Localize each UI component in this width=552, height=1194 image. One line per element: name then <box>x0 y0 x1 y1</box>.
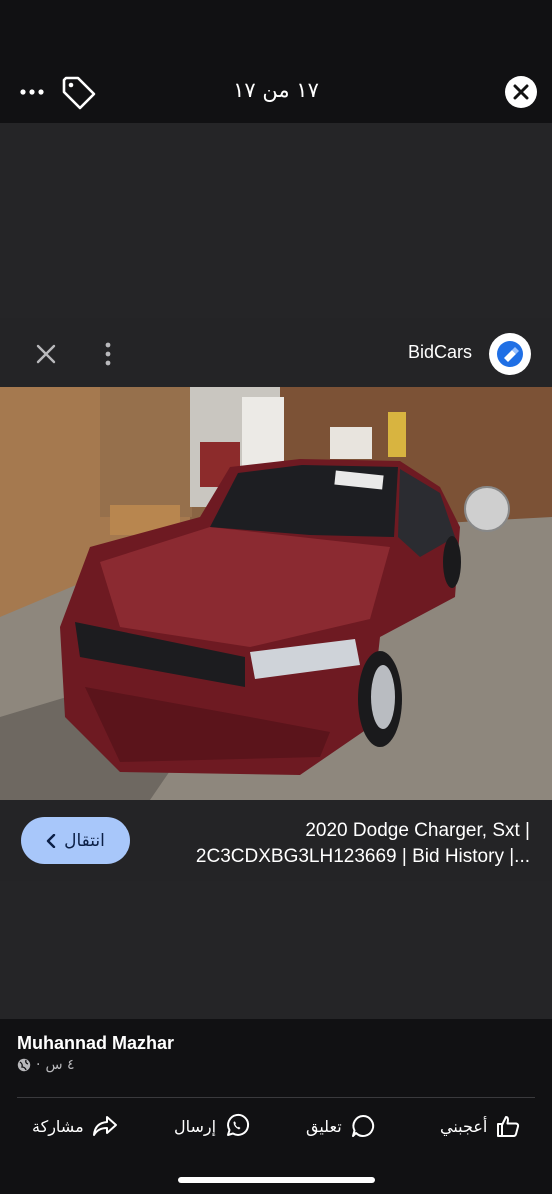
comment-label: تعليق <box>306 1116 342 1136</box>
sponsored-ad-card: BidCars انتقال 2020 Dodge Charger, Sxt |… <box>0 318 552 881</box>
empty-area-top <box>0 123 552 318</box>
ad-title-line-2: 2C3CDXBG3LH123669 | Bid History |... <box>195 846 530 867</box>
ad-footer: انتقال 2020 Dodge Charger, Sxt | 2C3CDXB… <box>0 800 552 881</box>
vertical-dots-icon[interactable] <box>96 340 120 368</box>
comment-button[interactable]: تعليق <box>306 1111 376 1141</box>
divider <box>17 1097 535 1098</box>
post-info-panel: Muhannad Mazhar · ٤ س مشاركة إرسال تعليق… <box>0 1019 552 1194</box>
close-icon[interactable] <box>32 340 60 368</box>
home-indicator[interactable] <box>178 1177 375 1183</box>
author-name[interactable]: Muhannad Mazhar <box>17 1033 174 1054</box>
comment-icon <box>351 1114 374 1137</box>
share-button[interactable]: مشاركة <box>32 1111 118 1141</box>
advertiser-name[interactable]: BidCars <box>408 342 472 363</box>
thumbs-up-icon <box>497 1116 520 1137</box>
close-icon[interactable] <box>505 76 537 108</box>
like-label: أعجبني <box>440 1116 488 1136</box>
viewer-top-bar: ١٧ من ١٧ <box>0 0 552 123</box>
send-label: إرسال <box>174 1116 217 1136</box>
car-photo[interactable] <box>0 387 552 800</box>
post-time: ٤ س <box>45 1057 75 1073</box>
go-button-label: انتقال <box>64 830 105 851</box>
whatsapp-icon <box>227 1113 250 1136</box>
ad-header: BidCars <box>0 318 552 388</box>
photo-counter: ١٧ من ١٧ <box>233 78 319 102</box>
post-separator: · <box>36 1057 41 1073</box>
ad-title-line-1: 2020 Dodge Charger, Sxt | <box>305 820 530 841</box>
share-icon <box>92 1116 117 1136</box>
like-button[interactable]: أعجبني <box>440 1111 521 1141</box>
chevron-left-icon <box>46 833 56 848</box>
globe-icon <box>17 1058 31 1072</box>
go-button[interactable]: انتقال <box>21 817 130 864</box>
empty-area-bottom <box>0 881 552 1019</box>
send-button[interactable]: إرسال <box>174 1111 250 1141</box>
bidcars-logo[interactable] <box>489 333 531 375</box>
share-label: مشاركة <box>32 1116 84 1136</box>
ad-title[interactable]: 2020 Dodge Charger, Sxt | 2C3CDXBG3LH123… <box>160 818 530 870</box>
post-meta: · ٤ س <box>17 1057 75 1073</box>
